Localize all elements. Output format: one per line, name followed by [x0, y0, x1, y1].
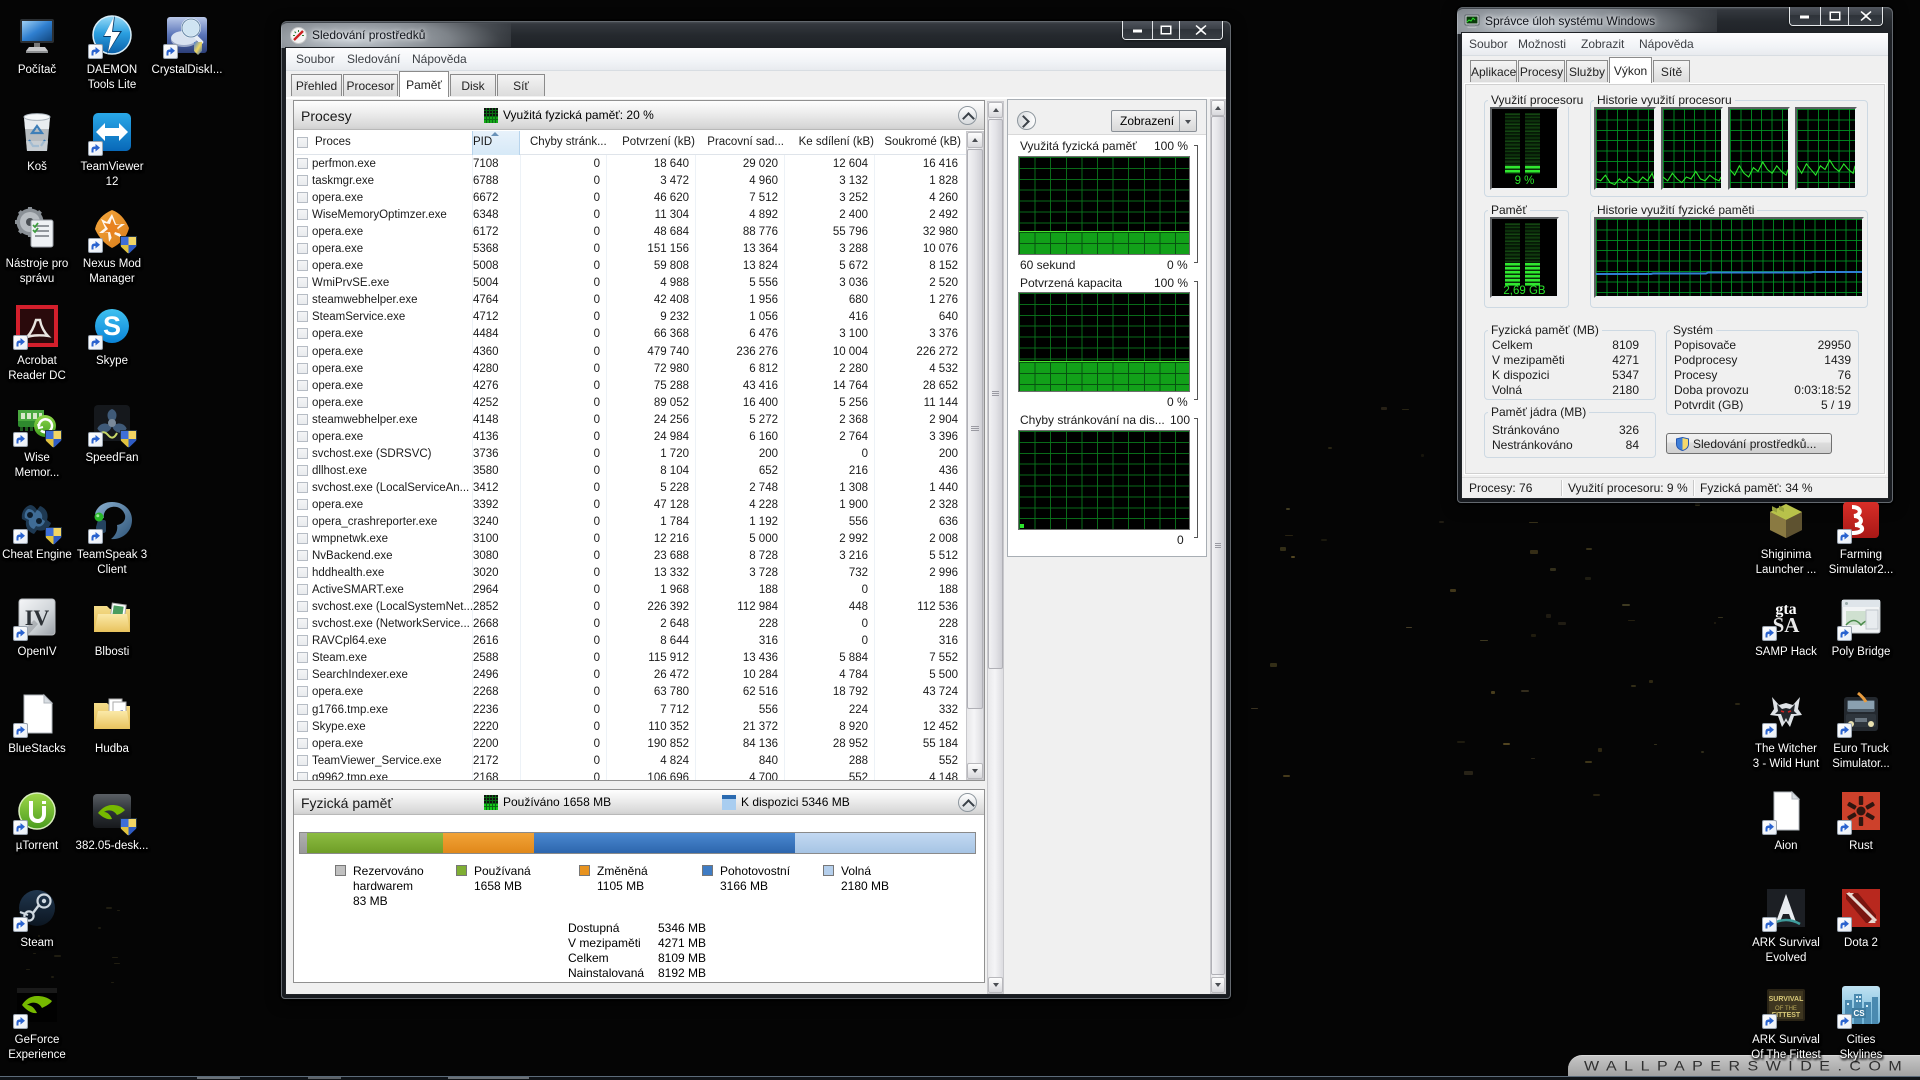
svg-text:SURVIVAL: SURVIVAL	[1769, 996, 1804, 1003]
svg-text:S: S	[103, 311, 121, 341]
svg-text:CS: CS	[1853, 1009, 1865, 1018]
